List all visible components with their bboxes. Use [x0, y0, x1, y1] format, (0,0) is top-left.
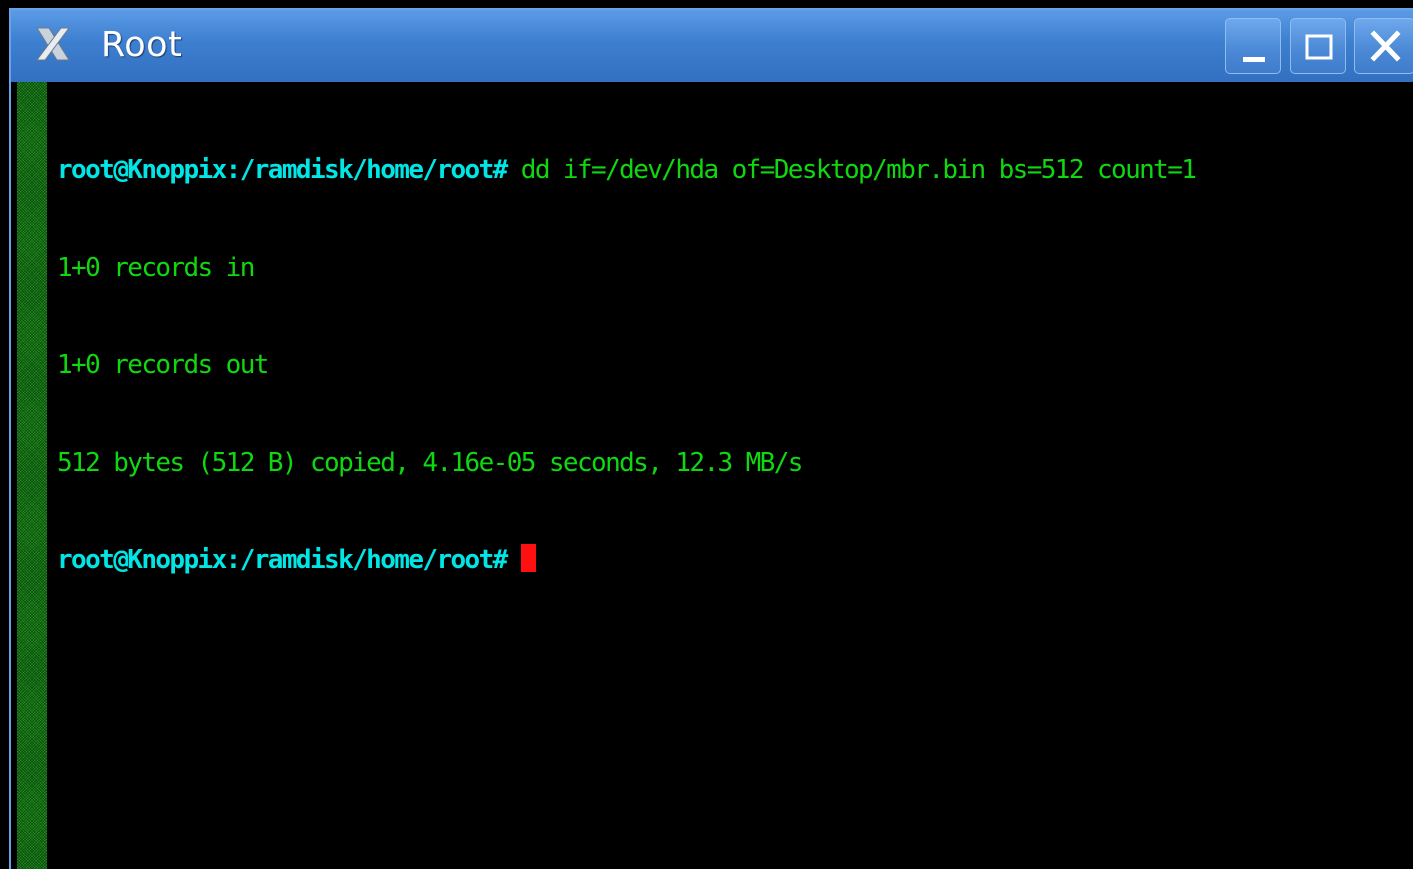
maximize-button[interactable]	[1290, 18, 1346, 74]
x-window-icon[interactable]	[33, 24, 73, 64]
shell-prompt: root@Knoppix:/ramdisk/home/root#	[57, 545, 508, 575]
scrollbar[interactable]	[17, 82, 47, 869]
shell-prompt: root@Knoppix:/ramdisk/home/root#	[57, 155, 508, 185]
window-title: Root	[101, 25, 183, 65]
minimize-button[interactable]	[1225, 18, 1281, 74]
text-cursor	[520, 544, 536, 572]
command-text: dd if=/dev/hda of=Desktop/mbr.bin bs=512…	[506, 155, 1197, 185]
output-line: 1+0 records in	[57, 252, 255, 283]
command-line: root@Knoppix:/ramdisk/home/root# dd if=/…	[57, 154, 1413, 187]
output-line: 1+0 records out	[57, 350, 269, 380]
terminal-output: root@Knoppix:/ramdisk/home/root# dd if=/…	[57, 89, 1413, 642]
terminal-area[interactable]: root@Knoppix:/ramdisk/home/root# dd if=/…	[11, 82, 1413, 869]
output-line: 512 bytes (512 B) copied, 4.16e-05 secon…	[57, 447, 803, 478]
title-bar[interactable]: Root	[11, 10, 1413, 82]
close-button[interactable]	[1354, 18, 1413, 74]
current-line[interactable]: root@Knoppix:/ramdisk/home/root#	[57, 544, 1413, 577]
terminal-window: Root root@Knoppix:/ramdisk/home/root# dd…	[9, 8, 1413, 869]
